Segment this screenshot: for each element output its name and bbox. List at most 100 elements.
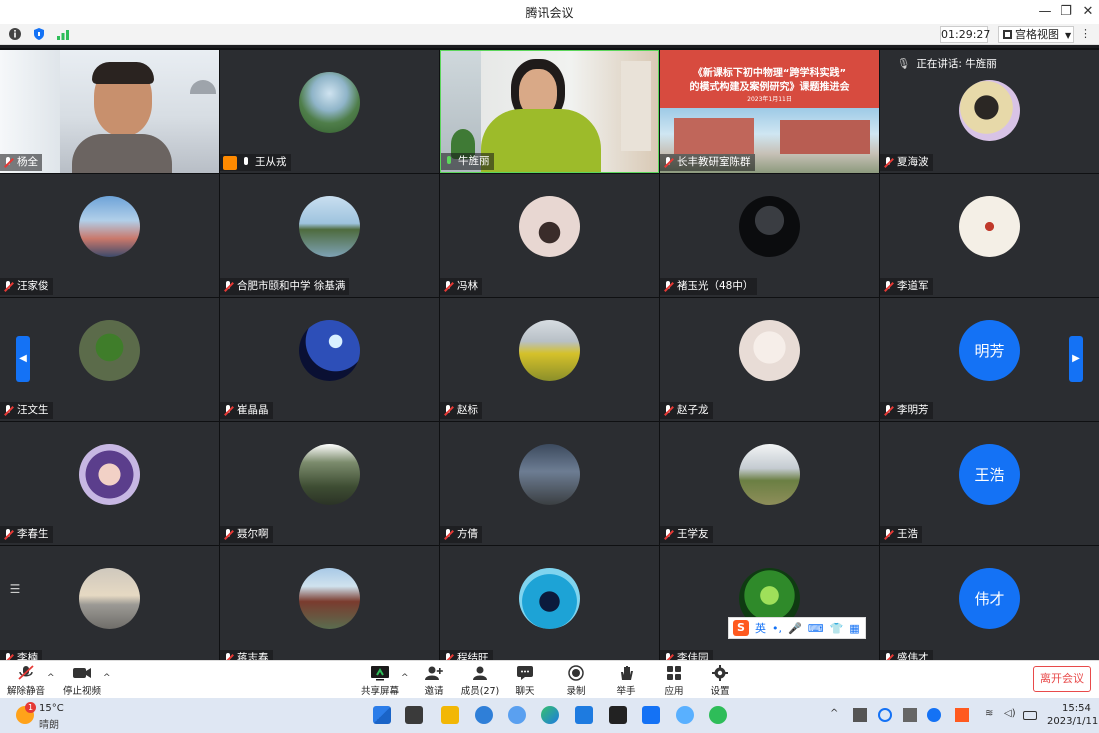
sync-icon[interactable] <box>878 708 892 722</box>
stop-video-button[interactable]: 停止视频 <box>56 665 108 697</box>
view-mode-dropdown[interactable]: 宫格视图 ▼ <box>998 26 1074 43</box>
invite-button[interactable]: 邀请 <box>408 665 460 697</box>
view-mode-label: 宫格视图 <box>1015 28 1059 41</box>
file-explorer-icon[interactable] <box>441 706 459 724</box>
sogou-ime-icon[interactable] <box>955 708 969 722</box>
unmute-button[interactable]: 解除静音 <box>0 665 52 697</box>
video-tile[interactable]: 崔晶晶 <box>220 298 439 421</box>
more-icon[interactable]: ⋮ <box>1080 27 1091 40</box>
signal-icon[interactable] <box>56 27 70 41</box>
ime-toolbar[interactable]: S 英 •, 🎤 ⌨ 👕 ▦ <box>728 617 866 639</box>
video-tile[interactable]: 王浩 王浩 <box>880 422 1099 545</box>
chevron-up-icon[interactable]: ^ <box>830 708 844 722</box>
participant-avatar-initials: 王浩 <box>959 444 1020 505</box>
members-label: 成员(27) <box>460 686 500 697</box>
video-tile[interactable]: 合肥市颐和中学 徐基满 <box>220 174 439 297</box>
video-tile[interactable]: 杨全 <box>0 50 219 173</box>
tencent-meeting-icon[interactable] <box>642 706 660 724</box>
wifi-icon[interactable]: ≋ <box>985 708 999 722</box>
edge-icon[interactable] <box>541 706 559 724</box>
windows-start-icon[interactable] <box>373 706 391 724</box>
close-icon[interactable]: ✕ <box>1078 3 1098 21</box>
toolbox-icon[interactable]: ▦ <box>849 622 859 635</box>
participant-name: 李春生 <box>17 528 49 540</box>
video-tile[interactable]: 王从戎 <box>220 50 439 173</box>
clock-time[interactable]: 15:54 <box>1062 703 1091 714</box>
info-icon[interactable] <box>8 27 22 41</box>
leave-meeting-button[interactable]: 离开会议 <box>1033 666 1091 692</box>
browser-icon[interactable] <box>475 706 493 724</box>
video-tile[interactable]: 《新课标下初中物理“跨学科实践” 的模式构建及案例研究》课题推进会 2023年1… <box>660 50 879 173</box>
next-page-button[interactable]: ▶ <box>1069 336 1083 382</box>
video-tile[interactable]: 李春生 <box>0 422 219 545</box>
mic-icon <box>241 156 251 169</box>
stop-video-label: 停止视频 <box>62 686 101 697</box>
voice-icon[interactable]: 🎤 <box>788 622 802 635</box>
tray-app-icon[interactable] <box>853 708 867 722</box>
meeting-toolbar: 解除静音 ^ 停止视频 ^ 共享屏幕 ^ 邀请 成员(27) 聊天 录制 举手 … <box>0 660 1099 698</box>
app-icon[interactable] <box>676 706 694 724</box>
invite-label: 邀请 <box>424 686 444 697</box>
task-view-icon[interactable] <box>405 706 423 724</box>
restore-icon[interactable]: ❐ <box>1056 3 1076 21</box>
video-tile[interactable]: 王学友 <box>660 422 879 545</box>
video-tile[interactable]: 褚玉光（48中） <box>660 174 879 297</box>
video-tile[interactable]: 李佳园 <box>660 546 879 660</box>
video-tile[interactable]: 方倩 <box>440 422 659 545</box>
participant-name-tag: 李佳园 <box>660 650 713 660</box>
raise-hand-button[interactable]: 举手 <box>600 665 652 697</box>
participant-avatar-initials: 伟才 <box>959 568 1020 629</box>
chevron-up-icon[interactable]: ^ <box>47 673 55 683</box>
participant-name: 聂尔啊 <box>237 528 269 540</box>
video-tile[interactable]: 李楠 <box>0 546 219 660</box>
apps-button[interactable]: 应用 <box>648 665 700 697</box>
mic-muted-icon <box>3 404 14 417</box>
hand-icon <box>621 666 633 680</box>
mic-icon[interactable] <box>927 708 941 722</box>
mic-muted-icon <box>223 404 234 417</box>
video-tile[interactable]: 赵标 <box>440 298 659 421</box>
settings-button[interactable]: 设置 <box>694 665 746 697</box>
participant-name-tag: 盛伟才 <box>880 650 933 660</box>
wps-icon[interactable] <box>609 706 627 724</box>
video-tile[interactable]: 程结旺 <box>440 546 659 660</box>
meeting-timer: 01:29:27 <box>940 26 991 43</box>
list-toggle-icon[interactable]: ☰ <box>4 578 26 600</box>
participant-name: 李道军 <box>897 280 929 292</box>
punctuation-icon[interactable]: •, <box>772 622 782 635</box>
keyboard-icon[interactable]: ⌨ <box>808 622 824 635</box>
chevron-up-icon[interactable]: ^ <box>103 673 111 683</box>
prev-page-button[interactable]: ◀ <box>16 336 30 382</box>
video-tile[interactable]: 聂尔啊 <box>220 422 439 545</box>
video-tile[interactable]: 蒋志春 <box>220 546 439 660</box>
shield-icon[interactable] <box>32 27 46 41</box>
video-tile[interactable]: 汪家俊 <box>0 174 219 297</box>
slide-title-line1: 《新课标下初中物理“跨学科实践” <box>692 68 847 79</box>
share-screen-button[interactable]: 共享屏幕 <box>354 665 406 697</box>
feishu-icon[interactable] <box>575 706 593 724</box>
wechat-icon[interactable] <box>709 706 727 724</box>
record-button[interactable]: 录制 <box>550 665 602 697</box>
weather-description[interactable]: 晴朗 <box>39 716 59 731</box>
video-tile[interactable]: 赵子龙 <box>660 298 879 421</box>
video-tile-active-speaker[interactable]: 牛旌丽 <box>440 50 659 173</box>
video-tile[interactable]: 伟才 盛伟才 <box>880 546 1099 660</box>
video-tile[interactable]: 汪文生 <box>0 298 219 421</box>
mic-muted-icon <box>443 528 454 541</box>
slide-title-line2: 的模式构建及案例研究》课题推进会 <box>689 82 850 93</box>
minimize-icon[interactable]: — <box>1035 3 1055 21</box>
ime-language[interactable]: 英 <box>755 620 766 636</box>
chat-button[interactable]: 聊天 <box>499 665 551 697</box>
video-tile[interactable]: 明芳 李明芳 <box>880 298 1099 421</box>
tray-app-icon[interactable] <box>903 708 917 722</box>
video-tile[interactable]: 冯林 <box>440 174 659 297</box>
volume-icon[interactable]: ◁) <box>1004 708 1018 722</box>
battery-icon[interactable] <box>1023 711 1037 720</box>
participant-name-tag: 牛旌丽 <box>441 153 494 170</box>
skin-icon[interactable]: 👕 <box>830 622 844 635</box>
unmute-label: 解除静音 <box>6 686 45 697</box>
video-tile[interactable]: 李道军 <box>880 174 1099 297</box>
qq-browser-icon[interactable] <box>508 706 526 724</box>
weather-temperature[interactable]: 15°C <box>39 703 64 714</box>
clock-date[interactable]: 2023/1/11 <box>1047 716 1098 727</box>
